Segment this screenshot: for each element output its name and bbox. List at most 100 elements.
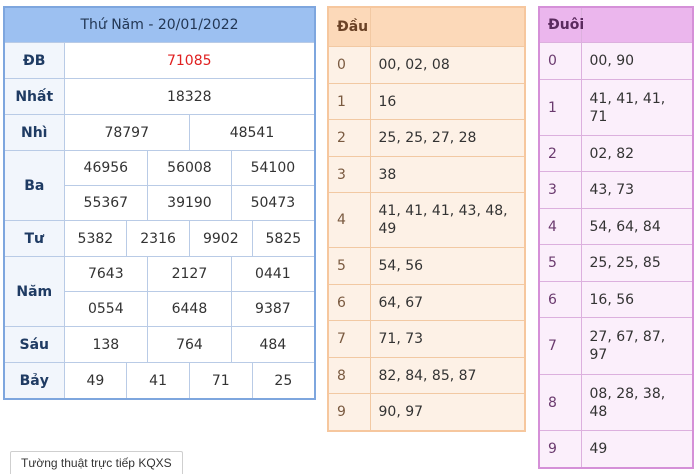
dau-values: 41, 41, 41, 43, 48, 49 [369, 192, 526, 248]
prize-nhat-value: 18328 [63, 78, 316, 115]
prize-label-tu: Tư [3, 220, 65, 257]
duoi-header-blank [580, 6, 694, 43]
prize-ba-value: 56008 [147, 150, 232, 186]
dau-header-blank [369, 6, 526, 47]
dau-values: 25, 25, 27, 28 [369, 119, 526, 157]
dau-key: 7 [327, 320, 371, 358]
duoi-values: 54, 64, 84 [580, 208, 694, 245]
prize-tu-value: 5825 [251, 220, 316, 257]
prize-bay-value: 49 [63, 362, 128, 400]
prize-label-bay: Bảy [3, 362, 65, 400]
dau-table: Đầu 0 00, 02, 08 1 16 2 25, 25, 27, 28 3 38 … [327, 6, 526, 432]
prize-nam-value: 6448 [147, 291, 232, 327]
duoi-values: 27, 67, 87, 97 [580, 317, 694, 375]
prize-db-value: 71085 [63, 42, 316, 79]
dau-row: 7 71, 73 [327, 320, 526, 358]
duoi-values: 02, 82 [580, 135, 694, 172]
duoi-row: 8 08, 28, 38, 48 [538, 374, 694, 431]
duoi-values: 00, 90 [580, 42, 694, 80]
prize-tu-value: 5382 [63, 220, 128, 257]
dau-key: 9 [327, 393, 371, 431]
duoi-key: 1 [538, 79, 582, 136]
result-table: Thứ Năm - 20/01/2022 ĐB 71085 Nhất 18328… [3, 6, 316, 400]
prize-ba-value: 55367 [63, 185, 149, 221]
duoi-values: 16, 56 [580, 281, 694, 318]
prize-row-db: ĐB 71085 [3, 42, 316, 79]
duoi-values: 49 [580, 430, 694, 468]
dau-values: 16 [369, 83, 526, 120]
prize-label-nhi: Nhì [3, 114, 65, 151]
duoi-key: 9 [538, 430, 582, 468]
dau-key: 3 [327, 156, 371, 193]
dau-values: 54, 56 [369, 247, 526, 285]
prize-row-nam: Năm 7643 2127 0441 [3, 256, 316, 327]
prize-bay-value: 25 [251, 362, 316, 400]
duoi-key: 6 [538, 281, 582, 318]
dau-key: 4 [327, 192, 371, 248]
duoi-key: 7 [538, 317, 582, 375]
prize-ba-value: 39190 [147, 185, 232, 221]
prize-label-ba: Ba [3, 150, 65, 221]
dau-values: 82, 84, 85, 87 [369, 357, 526, 394]
prize-nam-value: 0554 [63, 291, 149, 327]
duoi-values: 25, 25, 85 [580, 244, 694, 282]
duoi-row: 1 41, 41, 41, 71 [538, 79, 694, 136]
duoi-key: 3 [538, 171, 582, 209]
duoi-row: 6 16, 56 [538, 281, 694, 318]
duoi-key: 4 [538, 208, 582, 245]
duoi-row: 5 25, 25, 85 [538, 244, 694, 282]
dau-row: 1 16 [327, 83, 526, 120]
prize-bay-value: 71 [188, 362, 253, 400]
prize-row-sau: Sáu 138 764 484 [3, 326, 316, 363]
dau-row: 3 38 [327, 156, 526, 193]
duoi-values: 41, 41, 41, 71 [580, 79, 694, 136]
prize-ba-value: 50473 [230, 185, 316, 221]
prize-ba-value: 46956 [63, 150, 149, 186]
prize-row-nhi: Nhì 78797 48541 [3, 114, 316, 151]
duoi-key: 2 [538, 135, 582, 172]
dau-row: 2 25, 25, 27, 28 [327, 119, 526, 157]
duoi-values: 08, 28, 38, 48 [580, 374, 694, 431]
prize-nam-value: 0441 [230, 256, 316, 292]
dau-key: 0 [327, 46, 371, 84]
dau-row: 5 54, 56 [327, 247, 526, 285]
prize-nam-value: 2127 [147, 256, 232, 292]
dau-header: Đầu [327, 6, 371, 47]
dau-row: 4 41, 41, 41, 43, 48, 49 [327, 192, 526, 248]
live-report-button[interactable]: Tường thuật trực tiếp KQXS [10, 451, 183, 474]
prize-sau-value: 138 [63, 326, 149, 363]
duoi-row: 7 27, 67, 87, 97 [538, 317, 694, 375]
duoi-values: 43, 73 [580, 171, 694, 209]
prize-sau-value: 484 [230, 326, 316, 363]
prize-row-bay: Bảy 49 41 71 25 [3, 362, 316, 400]
dau-key: 5 [327, 247, 371, 285]
dau-row: 8 82, 84, 85, 87 [327, 357, 526, 394]
dau-values: 38 [369, 156, 526, 193]
duoi-key: 0 [538, 42, 582, 80]
prize-label-nam: Năm [3, 256, 65, 327]
dau-values: 71, 73 [369, 320, 526, 358]
prize-row-tu: Tư 5382 2316 9902 5825 [3, 220, 316, 257]
dau-row: 6 64, 67 [327, 284, 526, 321]
dau-values: 90, 97 [369, 393, 526, 431]
duoi-row: 3 43, 73 [538, 171, 694, 209]
dau-row: 0 00, 02, 08 [327, 46, 526, 84]
dau-values: 64, 67 [369, 284, 526, 321]
prize-row-nhat: Nhất 18328 [3, 78, 316, 115]
duoi-header: Đuôi [538, 6, 584, 43]
prize-label-sau: Sáu [3, 326, 65, 363]
duoi-key: 8 [538, 374, 582, 431]
prize-nhi-value: 78797 [63, 114, 190, 151]
prize-nam-value: 9387 [230, 291, 316, 327]
dau-key: 6 [327, 284, 371, 321]
prize-label-nhat: Nhất [3, 78, 65, 115]
dau-key: 8 [327, 357, 371, 394]
prize-sau-value: 764 [147, 326, 232, 363]
duoi-row: 4 54, 64, 84 [538, 208, 694, 245]
duoi-row: 0 00, 90 [538, 42, 694, 80]
duoi-row: 9 49 [538, 430, 694, 468]
prize-ba-value: 54100 [230, 150, 316, 186]
prize-tu-value: 2316 [126, 220, 190, 257]
duoi-key: 5 [538, 244, 582, 282]
duoi-row: 2 02, 82 [538, 135, 694, 172]
